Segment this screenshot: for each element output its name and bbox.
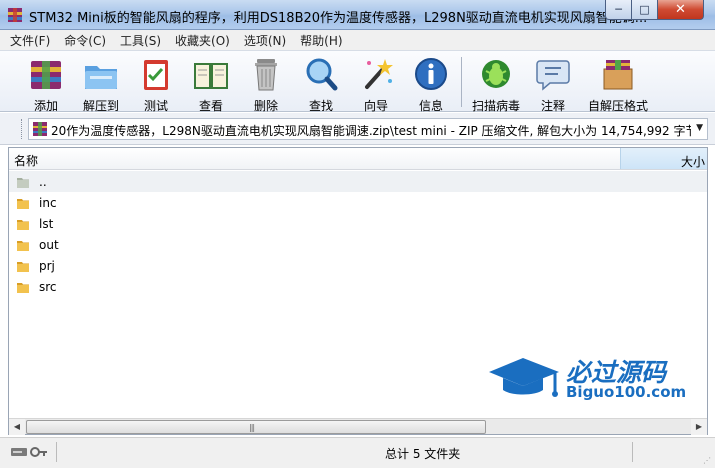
- file-name: prj: [39, 258, 55, 273]
- parent-folder-icon: [17, 177, 29, 188]
- status-bar: 总计 5 文件夹 ⋰: [0, 437, 715, 468]
- view-label: 查看: [198, 99, 223, 113]
- info-button[interactable]: 信息: [404, 55, 458, 113]
- find-button[interactable]: 查找: [294, 55, 348, 113]
- sfx-button[interactable]: 自解压格式: [588, 55, 649, 113]
- folder-icon: [17, 219, 29, 230]
- toolbar-separator: [461, 57, 462, 107]
- sfx-archive-box-icon: [603, 60, 633, 90]
- column-name-header[interactable]: 名称: [14, 152, 38, 169]
- file-name: ..: [39, 174, 47, 189]
- drive-icon[interactable]: [11, 446, 27, 458]
- view-button[interactable]: 查看: [184, 55, 238, 113]
- trash-can-icon: [255, 59, 277, 91]
- menu-bar: 文件(F) 命令(C) 工具(S) 收藏夹(O) 选项(N) 帮助(H): [0, 30, 715, 50]
- comment-label: 注释: [540, 99, 565, 113]
- list-item[interactable]: inc: [9, 192, 707, 213]
- list-item[interactable]: out: [9, 234, 707, 255]
- list-item[interactable]: src: [9, 276, 707, 297]
- extract-to-label: 解压到: [82, 99, 119, 113]
- file-name: src: [39, 279, 57, 294]
- file-name: out: [39, 237, 59, 252]
- minimize-button[interactable]: ─: [605, 0, 632, 20]
- open-book-icon: [194, 63, 228, 89]
- menu-file[interactable]: 文件(F): [10, 32, 50, 49]
- column-size-label: 大小: [680, 155, 705, 169]
- test-button[interactable]: 测试: [129, 55, 183, 113]
- status-divider: [632, 442, 633, 462]
- sfx-label: 自解压格式: [588, 99, 649, 113]
- clipboard-check-icon: [144, 60, 168, 90]
- address-bar: 20作为温度传感器，L298N驱动直流电机实现风扇智能调速.zip\test m…: [0, 113, 715, 145]
- folder-icon: [17, 282, 29, 293]
- maximize-button[interactable]: □: [631, 0, 658, 20]
- virus-bug-icon: [482, 60, 510, 88]
- extract-to-button[interactable]: 解压到: [74, 55, 128, 113]
- status-divider: [56, 442, 57, 462]
- comment-button[interactable]: 注释: [526, 55, 580, 113]
- address-bar-grip[interactable]: [21, 119, 24, 139]
- test-label: 测试: [143, 99, 168, 113]
- find-label: 查找: [308, 99, 333, 113]
- watermark-subtitle: Biguo100.com: [566, 383, 687, 401]
- magnifier-icon: [306, 58, 338, 91]
- scroll-grip: |||: [249, 423, 255, 432]
- delete-label: 删除: [253, 99, 278, 113]
- key-icon[interactable]: [30, 446, 48, 458]
- info-icon: [415, 58, 447, 90]
- scroll-right-button[interactable]: ▶: [691, 419, 707, 435]
- horizontal-scrollbar[interactable]: ◀ ||| ▶: [9, 418, 707, 435]
- menu-commands[interactable]: 命令(C): [64, 32, 106, 49]
- file-name: inc: [39, 195, 57, 210]
- winrar-app-icon[interactable]: [7, 7, 23, 23]
- file-name: lst: [39, 216, 54, 231]
- scroll-thumb[interactable]: |||: [26, 420, 486, 434]
- file-rows: .. inc lst out prj src: [9, 171, 707, 297]
- list-item-parent[interactable]: ..: [9, 171, 707, 192]
- close-button[interactable]: ✕: [657, 0, 704, 20]
- folder-extract-icon: [85, 66, 117, 89]
- delete-button[interactable]: 删除: [239, 55, 293, 113]
- list-item[interactable]: lst: [9, 213, 707, 234]
- info-label: 信息: [418, 99, 443, 113]
- folder-icon: [17, 240, 29, 251]
- add-label: 添加: [33, 99, 58, 113]
- scroll-left-button[interactable]: ◀: [9, 419, 25, 435]
- folder-icon: [17, 261, 29, 272]
- menu-tools[interactable]: 工具(S): [120, 32, 161, 49]
- path-dropdown-icon[interactable]: ▼: [696, 123, 703, 133]
- menu-help[interactable]: 帮助(H): [300, 32, 342, 49]
- archive-books-icon: [31, 61, 61, 89]
- path-text: 20作为温度传感器，L298N驱动直流电机实现风扇智能调速.zip\test m…: [51, 124, 691, 138]
- column-header: 名称 ^ 大小: [9, 148, 707, 170]
- title-bar: STM32 Mini板的智能风扇的程序，利用DS18B20作为温度传感器，L29…: [0, 0, 715, 30]
- add-button[interactable]: 添加: [19, 55, 73, 113]
- path-field[interactable]: 20作为温度传感器，L298N驱动直流电机实现风扇智能调速.zip\test m…: [28, 118, 708, 140]
- virus-scan-button[interactable]: 扫描病毒: [469, 55, 523, 113]
- status-text: 总计 5 文件夹: [385, 447, 461, 461]
- wizard-label: 向导: [363, 99, 388, 113]
- virus-scan-label: 扫描病毒: [471, 99, 520, 113]
- archive-icon: [33, 122, 47, 136]
- column-size-header[interactable]: 大小: [620, 148, 707, 169]
- wizard-button[interactable]: 向导: [349, 55, 403, 113]
- magic-wand-icon: [365, 59, 393, 89]
- comment-note-icon: [536, 60, 570, 91]
- folder-icon: [17, 198, 29, 209]
- window-title: STM32 Mini板的智能风扇的程序，利用DS18B20作为温度传感器，L29…: [29, 11, 648, 26]
- list-item[interactable]: prj: [9, 255, 707, 276]
- resize-grip-icon[interactable]: ⋰: [703, 456, 711, 465]
- toolbar: 添加 解压到 测试 查看 删除 查找 向导 信息 扫描病毒 注释 自解压格式: [0, 50, 715, 113]
- menu-options[interactable]: 选项(N): [244, 32, 286, 49]
- menu-favorites[interactable]: 收藏夹(O): [175, 32, 230, 49]
